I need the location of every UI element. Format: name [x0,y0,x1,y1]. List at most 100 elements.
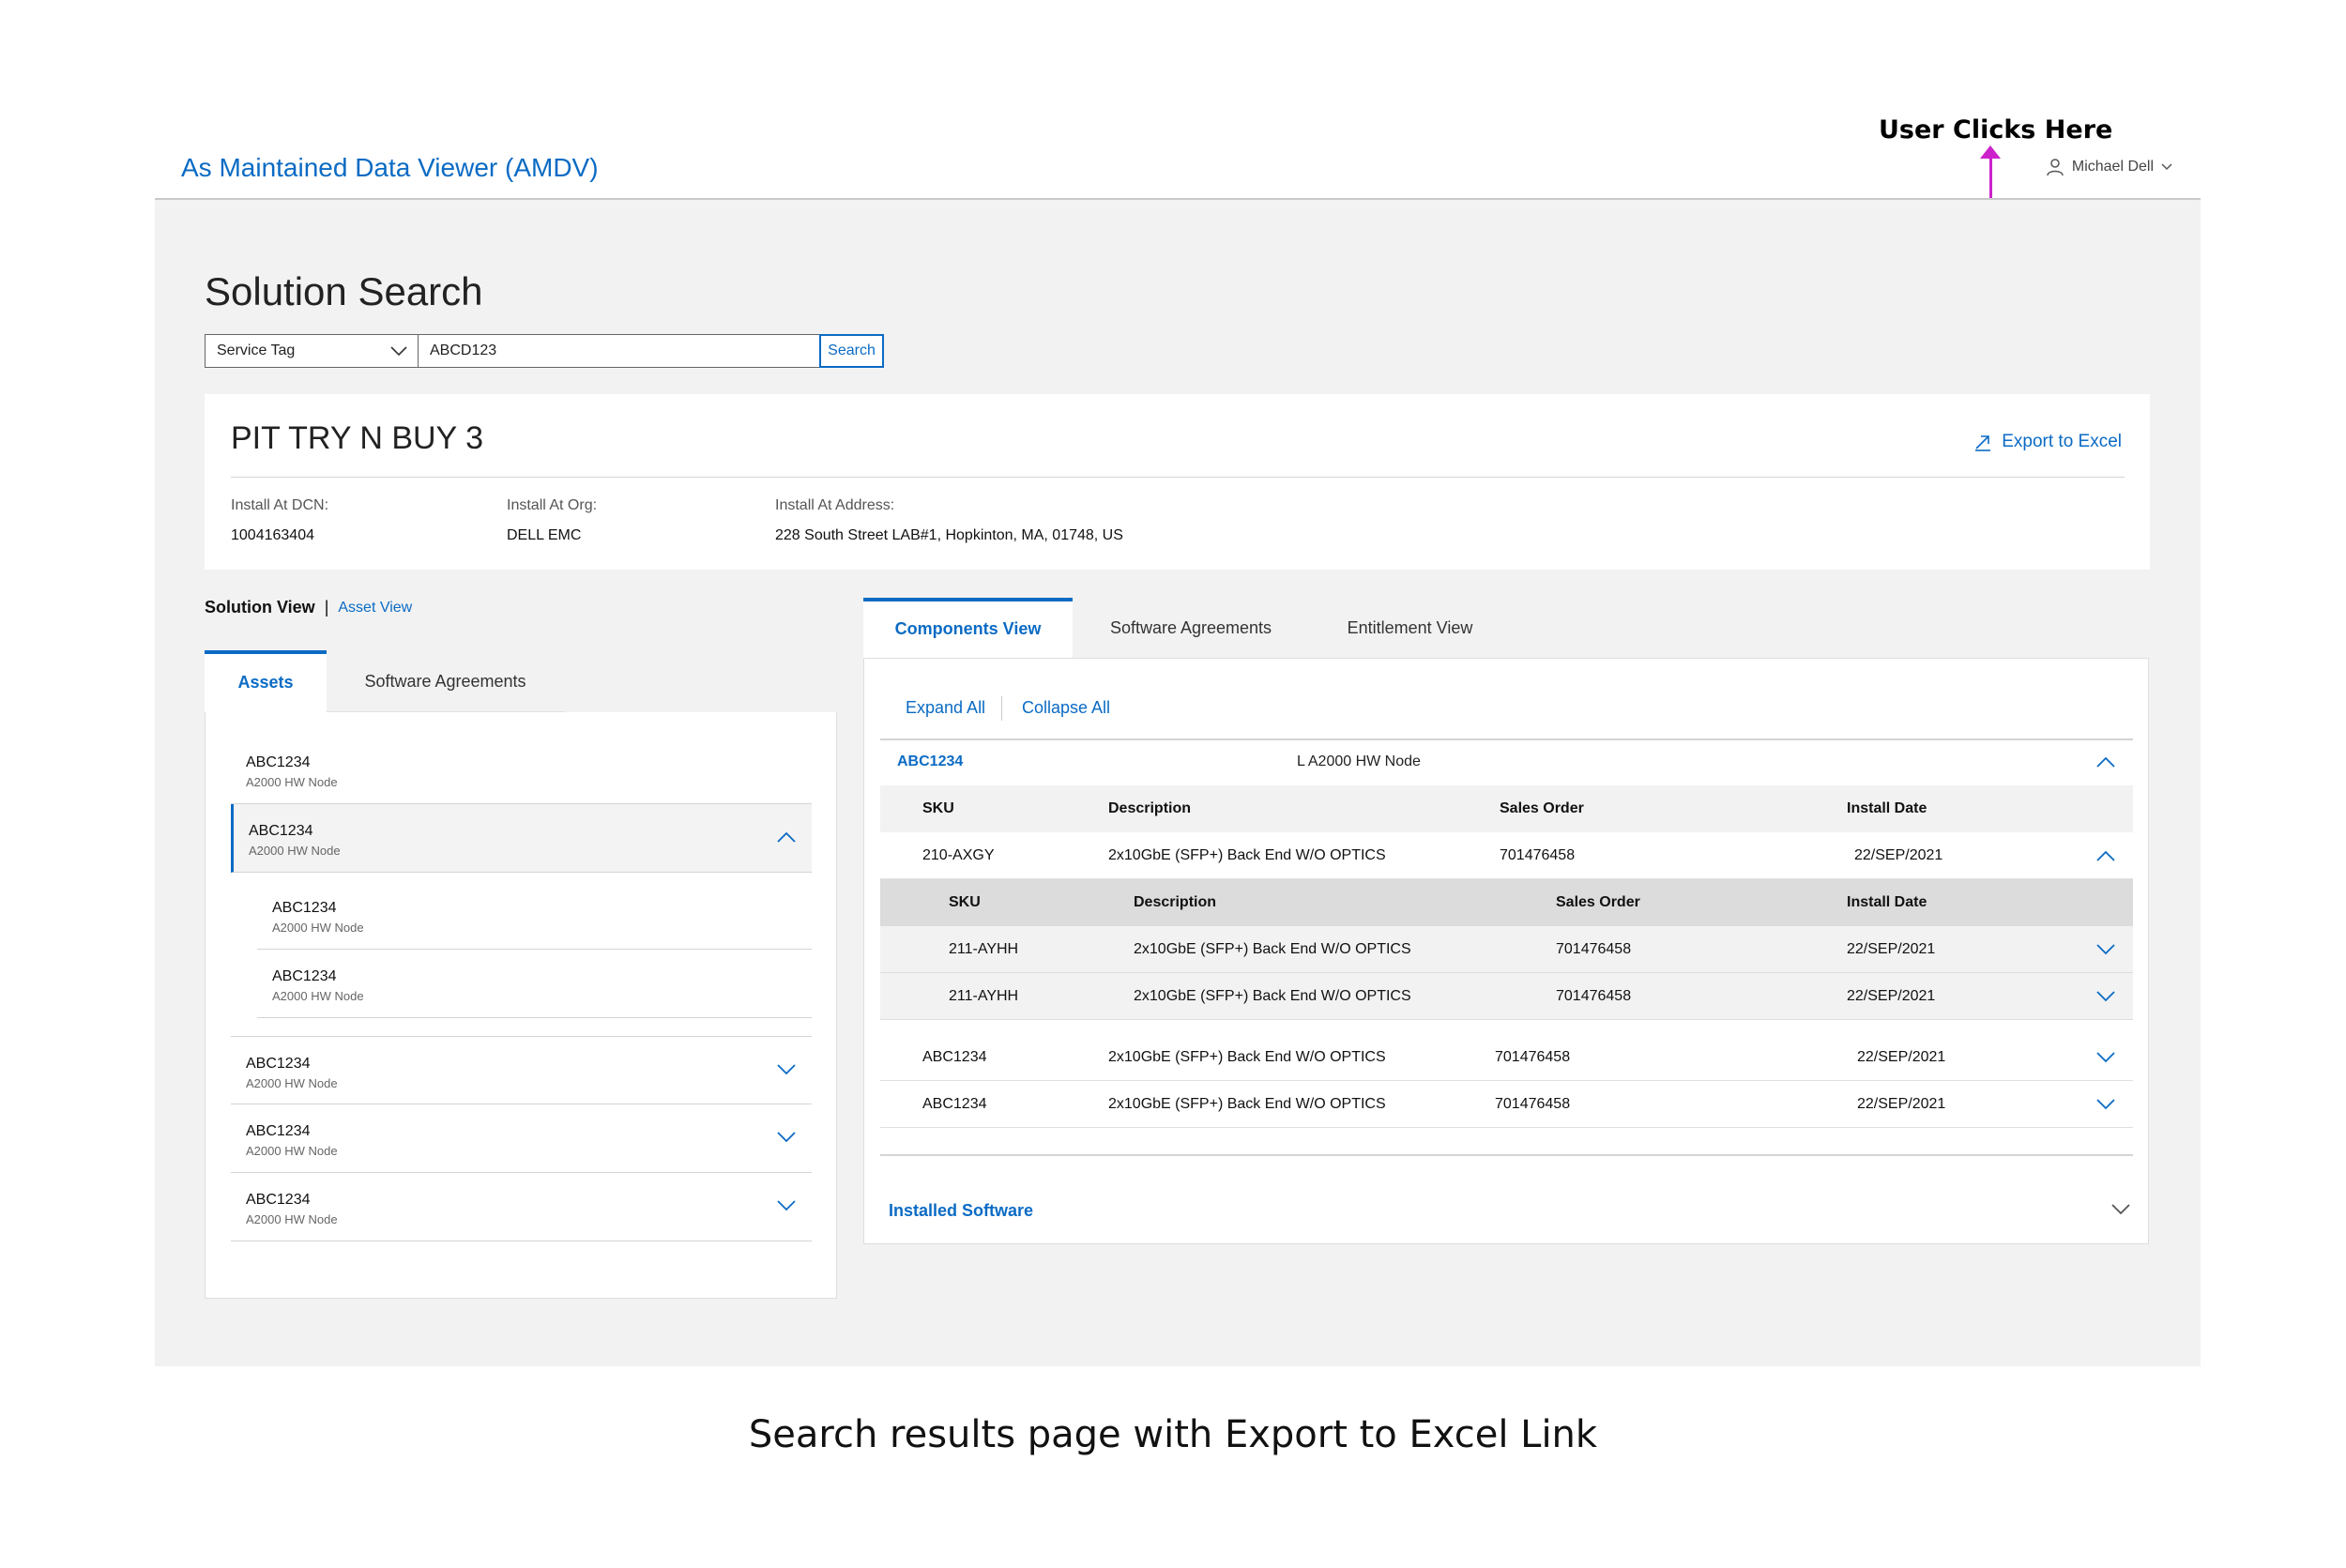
tab-components-view[interactable]: Components View [863,598,1073,658]
asset-child-item[interactable]: ABC1234 A2000 HW Node [257,950,812,1018]
field-label: Install At DCN: [231,497,329,513]
solution-view-label: Solution View [205,598,315,617]
right-tabs: Components View Software Agreements Enti… [863,598,2149,658]
column-header: Sales Order [1500,800,1584,816]
search-input[interactable] [419,334,820,368]
search-type-select[interactable]: Service Tag [205,334,419,368]
asset-subtitle: A2000 HW Node [246,1144,338,1158]
search-button[interactable]: Search [819,334,884,368]
chevron-down-icon[interactable] [2095,1051,2116,1064]
user-name: Michael Dell [2071,159,2154,175]
column-header: Description [1134,894,1217,910]
asset-item[interactable]: ABC1234 A2000 HW Node [231,1036,812,1104]
chevron-up-icon[interactable] [2095,755,2116,769]
sub-table-row[interactable]: 211-AYHH 2x10GbE (SFP+) Back End W/O OPT… [880,973,2133,1020]
asset-view-link[interactable]: Asset View [338,600,412,617]
cell-install-date: 22/SEP/2021 [1857,1096,1946,1112]
cell-install-date: 22/SEP/2021 [1857,1049,1946,1065]
chevron-down-icon[interactable] [776,1131,797,1144]
sub-table-header: SKU Description Sales Order Install Date [880,879,2133,926]
asset-name: ABC1234 [246,754,311,770]
asset-name: ABC1234 [272,968,337,984]
chevron-down-icon[interactable] [776,1063,797,1076]
install-address-field: Install At Address: 228 South Street LAB… [775,497,1123,544]
asset-item[interactable]: ABC1234 A2000 HW Node [231,1104,812,1173]
app-title[interactable]: As Maintained Data Viewer (AMDV) [181,153,599,183]
chevron-down-icon[interactable] [2110,1203,2131,1216]
tab-software-agreements[interactable]: Software Agreements [327,650,564,712]
installed-software-section[interactable]: Installed Software [889,1201,1033,1221]
divider [880,1154,2133,1156]
cell-description: 2x10GbE (SFP+) Back End W/O OPTICS [1108,1049,1386,1065]
column-header: Install Date [1847,800,1927,816]
page-title: Solution Search [205,269,483,313]
asset-name: ABC1234 [246,1192,311,1208]
table-header: SKU Description Sales Order Install Date [880,785,2133,832]
cell-sales-order: 701476458 [1556,941,1632,957]
user-menu[interactable]: Michael Dell [2046,158,2172,176]
collapse-all-link[interactable]: Collapse All [1022,698,1110,718]
info-divider [231,477,2125,478]
field-label: Install At Address: [775,497,895,513]
group-id[interactable]: ABC1234 [897,754,963,770]
cell-install-date: 22/SEP/2021 [1847,941,1936,957]
view-separator: | [324,598,329,617]
chevron-down-icon[interactable] [2095,943,2116,956]
tab-assets[interactable]: Assets [205,650,327,712]
field-label: Install At Org: [507,497,598,513]
chevron-up-icon[interactable] [776,830,797,844]
asset-item[interactable]: ABC1234 A2000 HW Node [231,736,812,804]
cell-description: 2x10GbE (SFP+) Back End W/O OPTICS [1134,988,1411,1004]
link-separator [1001,696,1002,721]
solution-title: PIT TRY N BUY 3 [231,420,483,456]
expand-all-link[interactable]: Expand All [906,698,985,718]
cell-sku: ABC1234 [922,1096,987,1112]
chevron-down-icon[interactable] [776,1199,797,1212]
asset-name: ABC1234 [272,900,337,916]
asset-name: ABC1234 [246,1056,311,1072]
table-row[interactable]: ABC1234 2x10GbE (SFP+) Back End W/O OPTI… [880,1081,2133,1128]
cell-sku: 211-AYHH [949,941,1019,957]
cell-sales-order: 701476458 [1500,847,1576,863]
column-header: Install Date [1847,894,1927,910]
cell-description: 2x10GbE (SFP+) Back End W/O OPTICS [1108,847,1386,863]
asset-name: ABC1234 [246,1123,311,1139]
cell-sku: 210-AXGY [922,847,995,863]
install-org-field: Install At Org: DELL EMC [507,497,597,544]
table-row[interactable]: ABC1234 2x10GbE (SFP+) Back End W/O OPTI… [880,1034,2133,1081]
sub-table-row[interactable]: 211-AYHH 2x10GbE (SFP+) Back End W/O OPT… [880,926,2133,973]
asset-subtitle: A2000 HW Node [246,1212,338,1226]
cell-sales-order: 701476458 [1495,1096,1571,1112]
component-group-header[interactable]: ABC1234 L A2000 HW Node [880,738,2133,785]
export-to-excel-link[interactable]: Export to Excel [1973,432,2122,452]
chevron-up-icon[interactable] [2095,849,2116,862]
annotation-label: User Clicks Here [1879,115,2113,145]
cell-sku: 211-AYHH [949,988,1019,1004]
chevron-down-icon [390,346,407,357]
column-header: Sales Order [1556,894,1640,910]
chevron-down-icon [2161,163,2172,171]
asset-item[interactable]: ABC1234 A2000 HW Node [231,1173,812,1241]
tab-software-agreements[interactable]: Software Agreements [1073,598,1309,658]
field-value: DELL EMC [507,527,582,543]
asset-name: ABC1234 [249,823,313,839]
asset-list-panel: ABC1234 A2000 HW Node ABC1234 A2000 HW N… [205,712,837,1299]
search-type-value: Service Tag [217,343,296,358]
user-icon [2047,159,2064,176]
asset-item-selected[interactable]: ABC1234 A2000 HW Node [231,804,812,873]
column-header: SKU [922,800,954,816]
column-header: Description [1108,800,1192,816]
table-row[interactable]: 210-AXGY 2x10GbE (SFP+) Back End W/O OPT… [880,832,2133,879]
components-panel: Expand All Collapse All ABC1234 L A2000 … [863,658,2149,1244]
cell-sales-order: 701476458 [1556,988,1632,1004]
chevron-down-icon[interactable] [2095,990,2116,1003]
tab-entitlement-view[interactable]: Entitlement View [1309,598,1511,658]
cell-sales-order: 701476458 [1495,1049,1571,1065]
figure-caption: Search results page with Export to Excel… [748,1413,1598,1456]
solution-info-card: PIT TRY N BUY 3 Export to Excel Install … [205,394,2150,570]
asset-subtitle: A2000 HW Node [246,1076,338,1090]
chevron-down-icon[interactable] [2095,1098,2116,1111]
asset-subtitle: A2000 HW Node [249,844,341,858]
export-label: Export to Excel [2002,432,2122,451]
asset-child-item[interactable]: ABC1234 A2000 HW Node [257,881,812,950]
